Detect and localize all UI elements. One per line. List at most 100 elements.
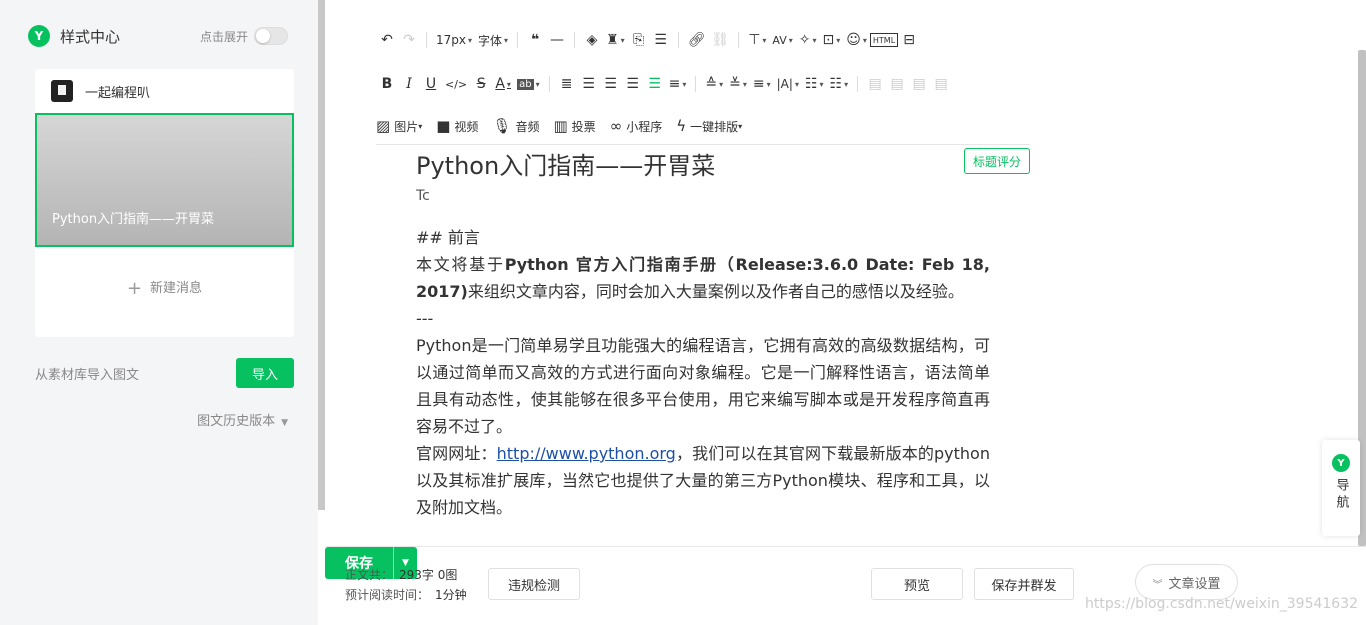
insert-vote-button[interactable]: ▥ 投票 <box>553 117 595 135</box>
float-none-icon[interactable]: ▤ <box>886 72 908 96</box>
one-click-layout-label: 一键排版 <box>690 119 739 134</box>
insert-audio-label: 音频 <box>515 119 540 134</box>
style-center-title: 样式中心 <box>60 27 121 46</box>
preview-button[interactable]: 预览 <box>871 568 963 600</box>
save-and-send-button[interactable]: 保存并群发 <box>974 568 1074 600</box>
unlink-icon[interactable]: ⛓︎ <box>708 28 732 52</box>
website-paragraph: 官网网址：http://www.python.org，我们可以在其官网下载最新版… <box>416 440 990 521</box>
microphone-icon: 🎙︎ <box>492 117 512 135</box>
underline-icon[interactable]: U <box>420 72 442 96</box>
redo-icon[interactable]: ↷ <box>398 28 420 52</box>
caret-down-icon: ▼ <box>281 418 288 428</box>
toolbar-divider <box>548 76 550 92</box>
dropdown-arrow-icon: ▾ <box>506 79 511 89</box>
align-justify-icon[interactable]: ☰ <box>644 72 666 96</box>
one-click-layout-button[interactable]: ϟ 一键排版 ▾ <box>676 117 742 135</box>
left-scrollbar[interactable] <box>318 0 325 510</box>
space-after-icon[interactable]: ≚ ▾ <box>726 72 750 96</box>
align-distributed-icon[interactable]: ≡ ▾ <box>666 72 690 96</box>
insert-video-button[interactable]: ■ 视频 <box>436 117 478 135</box>
indent-first-line-icon[interactable]: ≣ <box>556 72 578 96</box>
italic-icon[interactable]: I <box>398 72 420 96</box>
html-icon[interactable]: HTML <box>869 33 899 47</box>
document-icon[interactable]: ☰ <box>650 28 672 52</box>
unordered-list-icon[interactable]: ☷ ▾ <box>802 72 827 96</box>
clear-format-icon[interactable]: ◈ <box>581 28 603 52</box>
image-icon: ▨ <box>376 117 391 135</box>
font-color-icon[interactable]: A ▾ <box>492 72 514 96</box>
article-body-editor[interactable]: ## 前言 本文将基于Python 官方入门指南手册（Release:3.6.0… <box>416 224 990 521</box>
dropdown-arrow-icon: ▾ <box>468 35 473 45</box>
import-doc-icon[interactable]: ⎘ <box>628 28 650 52</box>
style-center-panel: Y 样式中心 点击展开 一起编程叭 Python入门指南——开胃菜 + 新建消息 … <box>0 0 318 625</box>
insert-vote-label: 投票 <box>571 119 596 134</box>
insert-audio-button[interactable]: 🎙︎ 音频 <box>492 117 539 135</box>
intro-paragraph: 本文将基于Python 官方入门指南手册（Release:3.6.0 Date:… <box>416 251 990 305</box>
align-right-icon[interactable]: ☰ <box>622 72 644 96</box>
lightning-icon: ϟ <box>676 117 687 135</box>
magic-wand-icon[interactable]: ✧ ▾ <box>796 28 820 52</box>
paragraph-spacing-icon[interactable]: ⊤ ▾ <box>745 28 769 52</box>
toolbar-row-3: ▨ 图片 ▾ ■ 视频 🎙︎ 音频 ▥ 投票 ∞ 小程序 ϟ 一键排版 ▾ <box>376 111 756 141</box>
dropdown-arrow-icon: ▾ <box>504 35 509 45</box>
horizontal-rule-icon[interactable]: — <box>546 28 568 52</box>
navigation-label: 导航 <box>1333 478 1349 512</box>
new-message-button[interactable]: + 新建消息 <box>35 277 294 299</box>
new-message-label: 新建消息 <box>150 281 203 296</box>
import-button[interactable]: 导入 <box>236 358 294 388</box>
letter-spacing-icon[interactable]: AV ▾ <box>769 28 795 52</box>
author-input[interactable]: Tc <box>416 188 430 204</box>
align-left-icon[interactable]: ☰ <box>578 72 600 96</box>
title-score-button[interactable]: 标题评分 <box>964 148 1030 174</box>
bold-icon[interactable]: B <box>376 72 398 96</box>
space-before-icon[interactable]: ≙ ▾ <box>702 72 726 96</box>
heading-line: ## 前言 <box>416 228 480 247</box>
quote-icon[interactable]: ❝ <box>524 28 546 52</box>
font-size-select[interactable]: 17px ▾ <box>433 28 475 52</box>
article-settings-button[interactable]: ︾ 文章设置 <box>1135 564 1238 600</box>
float-center-icon[interactable]: ▤ <box>930 72 952 96</box>
link-icon[interactable]: 🔗︎ <box>685 28 709 52</box>
insert-image-label: 图片 <box>394 119 419 134</box>
align-center-icon[interactable]: ☰ <box>600 72 622 96</box>
miniprogram-icon: ∞ <box>609 117 623 135</box>
insert-image-button[interactable]: ▨ 图片 ▾ <box>376 117 422 135</box>
insert-miniprogram-button[interactable]: ∞ 小程序 <box>610 117 663 135</box>
toolbox-icon[interactable]: ⊟ <box>898 28 920 52</box>
format-painter-icon[interactable]: ♜ ▾ <box>603 28 628 52</box>
navigation-float-button[interactable]: Y 导航 <box>1322 440 1360 536</box>
article-title-input[interactable]: Python入门指南——开胃菜 <box>416 146 715 181</box>
dropdown-arrow-icon: ▾ <box>535 79 540 89</box>
plus-icon: + <box>126 278 143 299</box>
strikethrough-icon[interactable]: S <box>470 72 492 96</box>
float-left-icon[interactable]: ▤ <box>864 72 886 96</box>
toolbar-divider <box>677 32 679 48</box>
expand-toggle[interactable] <box>254 27 288 45</box>
dropdown-arrow-icon: ▾ <box>738 121 743 131</box>
website-label: 官网网址： <box>416 444 497 463</box>
dropdown-arrow-icon: ▾ <box>719 79 724 89</box>
dropdown-arrow-icon: ▾ <box>844 79 849 89</box>
insert-video-label: 视频 <box>454 119 479 134</box>
word-count-value: 293字 0图 <box>399 568 458 582</box>
code-icon[interactable]: </> <box>442 72 470 96</box>
float-right-icon[interactable]: ▤ <box>908 72 930 96</box>
python-website-link[interactable]: http://www.python.org <box>497 444 676 463</box>
chart-icon[interactable]: ⊡ ▾ <box>820 28 844 52</box>
line-height-icon[interactable]: ≡ ▾ <box>750 72 774 96</box>
background-color-icon[interactable]: ab ▾ <box>514 72 543 96</box>
dropdown-arrow-icon: ▾ <box>682 79 687 89</box>
ordered-list-icon[interactable]: ☷ ▾ <box>827 72 852 96</box>
toolbar-divider <box>695 76 697 92</box>
toolbar-divider <box>426 32 427 48</box>
undo-icon[interactable]: ↶ <box>376 28 398 52</box>
font-size-value: 17px <box>436 33 466 47</box>
emoji-icon[interactable]: ☺ ▾ <box>843 28 870 52</box>
article-cover-item[interactable]: Python入门指南——开胃菜 <box>35 113 294 247</box>
history-versions-dropdown[interactable]: 图文历史版本 ▼ <box>197 410 288 429</box>
dropdown-arrow-icon: ▾ <box>766 79 771 89</box>
violation-check-button[interactable]: 违规检测 <box>488 568 580 600</box>
font-family-select[interactable]: 字体 ▾ <box>475 28 511 52</box>
text-indent-icon[interactable]: |A| ▾ <box>774 72 802 96</box>
dropdown-arrow-icon: ▾ <box>836 35 841 45</box>
